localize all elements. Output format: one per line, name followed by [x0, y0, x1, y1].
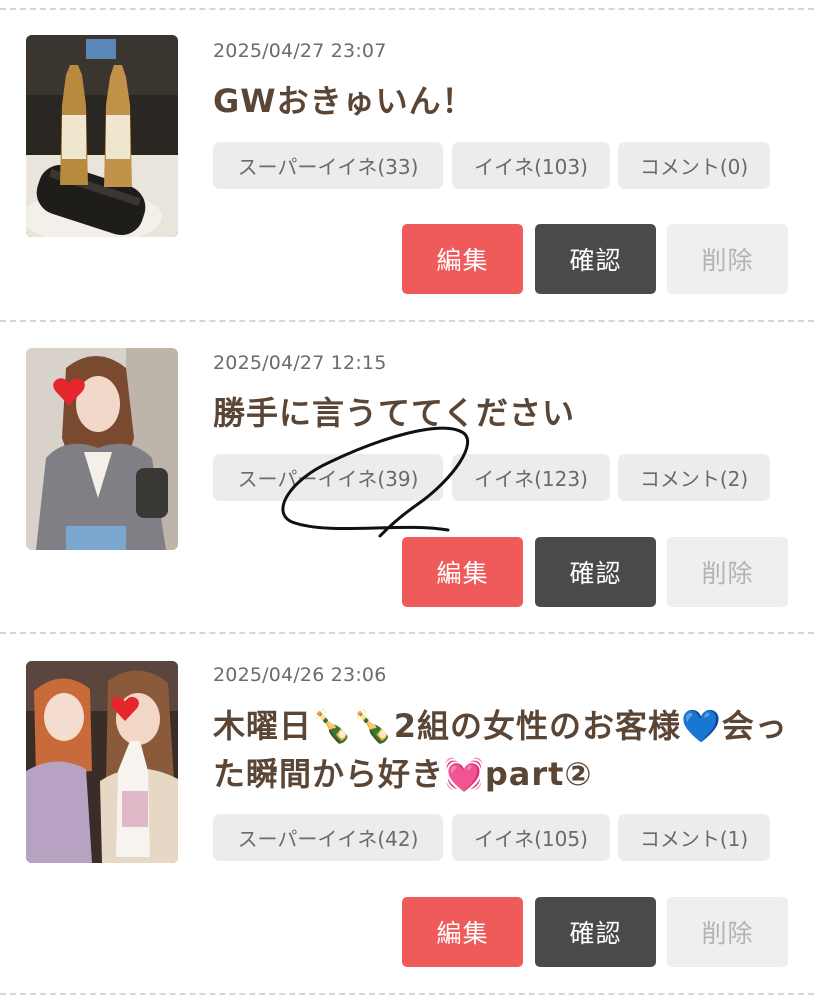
red-heart-icon [53, 378, 85, 406]
post-title[interactable]: GWおきゅいん！ [213, 78, 793, 124]
post-item: 2025/04/26 23:06 木曜日🍾🍾2組の女性のお客様💙会った瞬間から好… [0, 624, 814, 994]
comment-count: コメント(2) [618, 454, 770, 501]
post-thumbnail[interactable] [26, 35, 178, 237]
post-title[interactable]: 木曜日🍾🍾2組の女性のお客様💙会った瞬間から好き💓part② [213, 702, 793, 798]
super-like-count: スーパーイイネ(33) [213, 142, 443, 189]
post-title[interactable]: 勝手に言うててください [213, 390, 793, 436]
post-thumbnail[interactable] [26, 348, 178, 550]
post-item: 2025/04/27 23:07 GWおきゅいん！ スーパーイイネ(33) イイ… [0, 0, 814, 320]
super-like-count: スーパーイイネ(39) [213, 454, 443, 501]
delete-button[interactable]: 削除 [667, 537, 788, 607]
like-count: イイネ(103) [452, 142, 610, 189]
like-count: イイネ(105) [452, 814, 610, 861]
thumbnail-image [26, 661, 178, 863]
post-date: 2025/04/27 12:15 [213, 352, 387, 374]
super-like-count: スーパーイイネ(42) [213, 814, 443, 861]
like-count: イイネ(123) [452, 454, 610, 501]
edit-button[interactable]: 編集 [402, 897, 523, 967]
comment-count: コメント(1) [618, 814, 770, 861]
confirm-button[interactable]: 確認 [535, 224, 656, 294]
confirm-button[interactable]: 確認 [535, 537, 656, 607]
delete-button[interactable]: 削除 [667, 897, 788, 967]
post-item: 2025/04/27 12:15 勝手に言うててください スーパーイイネ(39)… [0, 312, 814, 632]
edit-button[interactable]: 編集 [402, 537, 523, 607]
thumbnail-image [26, 35, 178, 237]
edit-button[interactable]: 編集 [402, 224, 523, 294]
post-date: 2025/04/27 23:07 [213, 40, 387, 62]
post-thumbnail[interactable] [26, 661, 178, 863]
delete-button[interactable]: 削除 [667, 224, 788, 294]
post-date: 2025/04/26 23:06 [213, 664, 387, 686]
red-heart-icon [111, 696, 139, 721]
thumbnail-image [26, 348, 178, 550]
confirm-button[interactable]: 確認 [535, 897, 656, 967]
comment-count: コメント(0) [618, 142, 770, 189]
